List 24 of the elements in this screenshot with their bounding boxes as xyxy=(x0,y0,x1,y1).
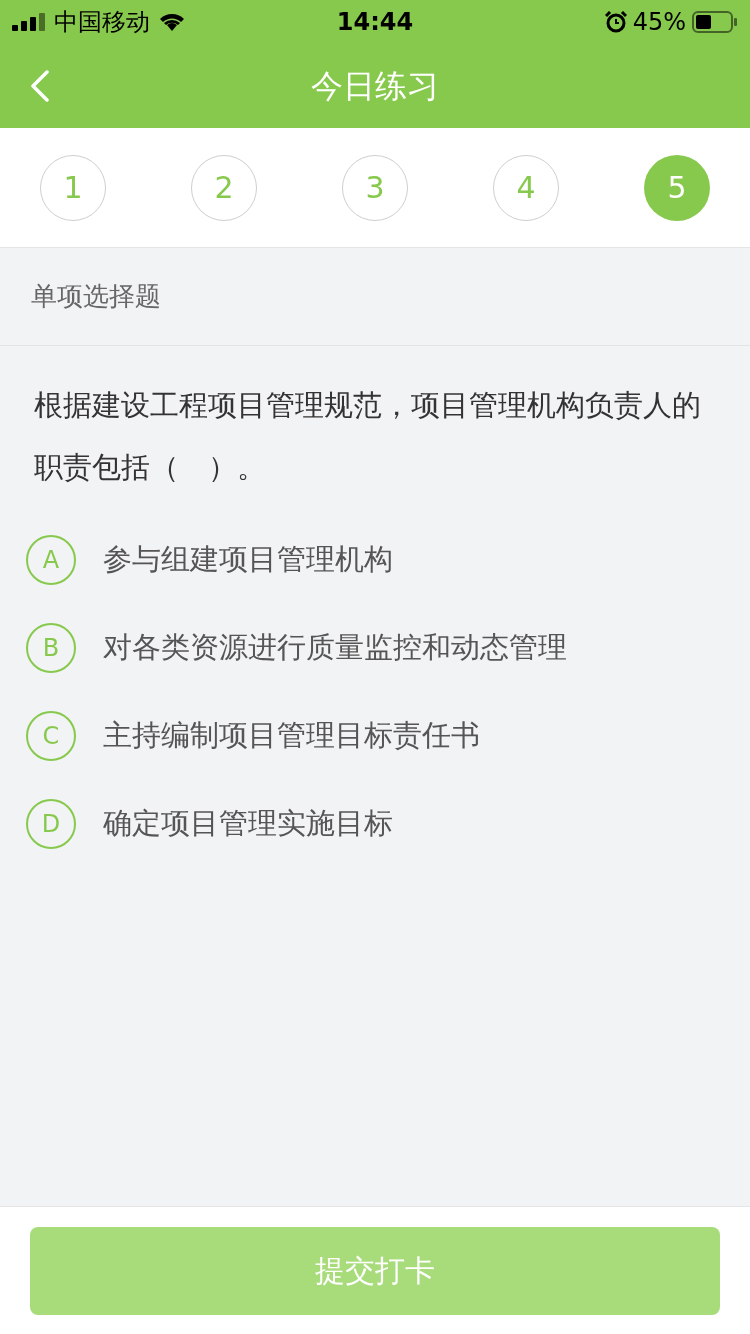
option-text[interactable]: 参与组建项目管理机构 xyxy=(103,538,393,582)
option-letter[interactable]: A xyxy=(26,535,76,585)
question-number-tab[interactable]: 3 xyxy=(342,154,408,221)
back-icon[interactable] xyxy=(30,70,50,102)
signal-icon xyxy=(12,13,46,31)
option-letter[interactable]: B xyxy=(26,623,76,673)
wifi-icon xyxy=(158,12,186,32)
status-time: 14:44 xyxy=(336,7,414,38)
carrier-name: 中国移动 xyxy=(54,7,150,38)
option-letter[interactable]: D xyxy=(26,799,76,849)
page-title: 今日练习 xyxy=(311,66,439,107)
battery-percent: 45% xyxy=(632,7,686,38)
option-letter[interactable]: C xyxy=(26,711,76,761)
question-number-tab[interactable]: 5 xyxy=(644,154,710,221)
option-text[interactable]: 主持编制项目管理目标责任书 xyxy=(103,714,480,758)
question-type: 单项选择题 xyxy=(31,280,161,313)
question-text: 根据建设工程项目管理规范，项目管理机构负责人的职责包括（ ）。 xyxy=(34,387,702,486)
option-text[interactable]: 确定项目管理实施目标 xyxy=(103,802,393,846)
question-number-tab[interactable]: 4 xyxy=(493,154,559,221)
option-text[interactable]: 对各类资源进行质量监控和动态管理 xyxy=(103,626,567,670)
alarm-icon xyxy=(604,11,627,33)
question-number-tab[interactable]: 2 xyxy=(191,154,257,221)
question-number-tab[interactable]: 1 xyxy=(40,154,106,221)
battery-icon xyxy=(692,11,738,33)
